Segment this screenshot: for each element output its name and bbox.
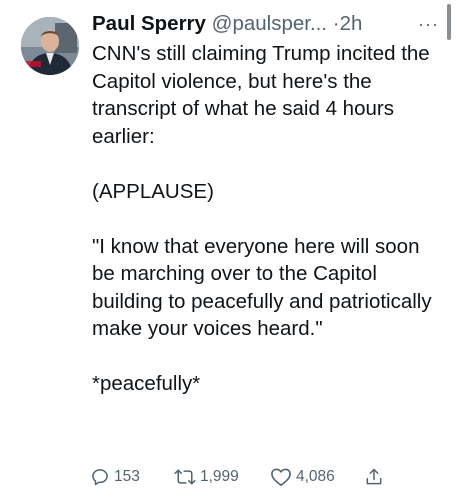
share-icon <box>366 468 382 485</box>
retweet-icon <box>174 469 196 485</box>
tweet-text: CNN's still claiming Trump incited the C… <box>92 40 442 398</box>
retweet-button[interactable]: 1,999 <box>174 466 239 488</box>
tweet-paragraph-1: CNN's still claiming Trump incited the C… <box>92 42 430 148</box>
retweet-count: 1,999 <box>200 468 239 485</box>
tweet-time[interactable]: 2h <box>340 12 363 35</box>
tweet-paragraph-2: (APPLAUSE) <box>92 179 214 203</box>
avatar[interactable] <box>21 17 79 75</box>
like-button[interactable]: 4,086 <box>270 466 335 488</box>
reply-count: 153 <box>114 468 140 485</box>
author-name[interactable]: Paul Sperry <box>92 12 206 35</box>
tweet-header: Paul Sperry @paulsper... ·2h <box>92 10 362 38</box>
tweet-paragraph-3: "I know that everyone here will soon be … <box>92 234 432 341</box>
author-handle[interactable]: @paulsper... <box>212 12 327 35</box>
reply-icon <box>92 469 108 486</box>
share-button[interactable] <box>364 466 388 488</box>
heart-icon <box>271 468 291 486</box>
more-horizontal-icon[interactable]: ··· <box>418 10 439 38</box>
avatar-image <box>21 17 79 75</box>
reply-button[interactable]: 153 <box>90 466 140 488</box>
tweet[interactable]: Paul Sperry @paulsper... ·2h ··· CNN's s… <box>0 0 457 500</box>
separator-dot: · <box>332 12 340 35</box>
tweet-paragraph-4: *peacefully* <box>92 372 201 395</box>
scrollbar[interactable] <box>447 4 451 40</box>
like-count: 4,086 <box>296 468 335 485</box>
